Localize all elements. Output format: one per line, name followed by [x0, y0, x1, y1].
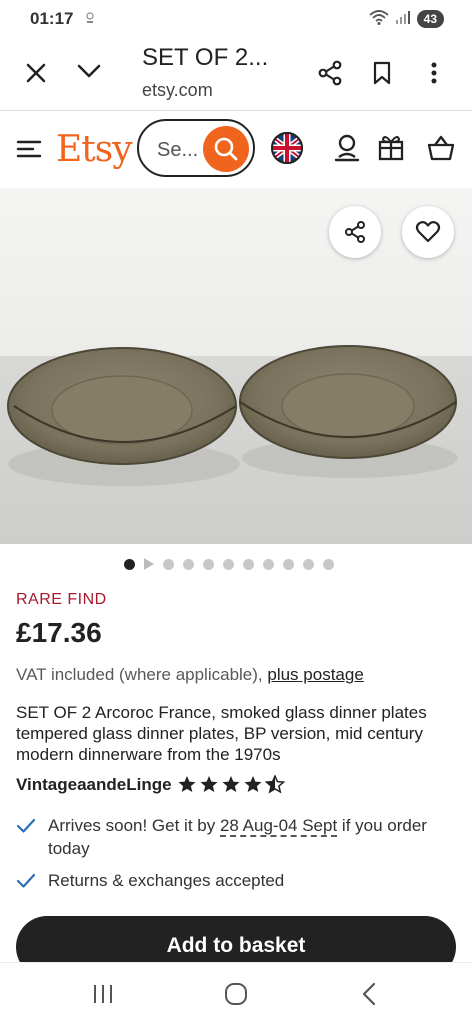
checkmark-icon — [16, 814, 38, 860]
page-title: SET OF 2... — [142, 44, 269, 71]
recent-apps-icon[interactable] — [88, 979, 118, 1009]
checkmark-icon — [16, 869, 38, 895]
search-icon — [214, 137, 238, 161]
back-icon[interactable] — [354, 979, 384, 1009]
product-image[interactable] — [0, 188, 472, 544]
share-icon[interactable] — [315, 58, 345, 88]
status-time: 01:17 — [30, 9, 74, 28]
share-image-button[interactable] — [329, 206, 381, 258]
pagination-dot[interactable] — [323, 558, 334, 570]
rare-find-badge: RARE FIND — [16, 591, 107, 608]
delivery-estimate: Arrives soon! Get it by 28 Aug-04 Sept i… — [16, 814, 456, 860]
product-title: SET OF 2 Arcoroc France, smoked glass di… — [16, 703, 427, 764]
notification-icon — [83, 11, 97, 27]
favorite-button[interactable] — [402, 206, 454, 258]
gift-icon[interactable] — [374, 130, 408, 164]
vat-text: VAT included (where applicable), — [16, 665, 263, 684]
returns-policy: Returns & exchanges accepted — [16, 869, 284, 895]
returns-text: Returns & exchanges accepted — [48, 871, 285, 890]
pagination-dot[interactable] — [203, 558, 214, 570]
chevron-down-icon[interactable] — [74, 56, 104, 86]
pagination-dot[interactable] — [124, 558, 135, 570]
uk-flag-icon[interactable] — [270, 131, 304, 165]
rating-stars — [178, 775, 288, 795]
system-nav-bar — [0, 962, 472, 1024]
share-icon — [345, 221, 365, 243]
pagination-dot[interactable] — [283, 558, 294, 570]
gallery-pagination[interactable] — [124, 558, 334, 570]
pagination-dot[interactable] — [223, 558, 234, 570]
signal-icon — [395, 10, 411, 29]
wifi-icon — [369, 9, 389, 30]
postage-link[interactable]: plus postage — [267, 665, 363, 684]
status-bar: 01:17 43 — [0, 0, 472, 38]
pagination-dot[interactable] — [263, 558, 274, 570]
shop-row[interactable]: VintageaandeLinge — [16, 775, 288, 795]
product-price: £17.36 — [16, 617, 102, 648]
site-header: Etsy Se... — [0, 111, 472, 187]
shop-name[interactable]: VintageaandeLinge — [16, 775, 172, 795]
delivery-prefix: Arrives soon! Get it by — [48, 816, 216, 835]
bookmark-icon[interactable] — [367, 58, 397, 88]
account-icon[interactable] — [330, 131, 364, 165]
etsy-logo[interactable]: Etsy — [56, 129, 133, 170]
delivery-text: Arrives soon! Get it by 28 Aug-04 Sept i… — [48, 814, 448, 860]
search-button[interactable] — [203, 126, 249, 172]
close-icon[interactable] — [21, 58, 51, 88]
delivery-dates[interactable]: 28 Aug-04 Sept — [219, 816, 338, 837]
search-field[interactable]: Se... — [137, 119, 255, 177]
home-icon[interactable] — [221, 979, 251, 1009]
plates-illustration — [7, 345, 458, 486]
search-placeholder: Se... — [157, 139, 199, 161]
browser-toolbar: SET OF 2... etsy.com — [0, 38, 472, 110]
video-play-icon[interactable] — [144, 558, 154, 570]
battery-level: 43 — [416, 10, 444, 28]
more-options-icon[interactable] — [419, 58, 449, 88]
basket-icon[interactable] — [424, 131, 458, 165]
pagination-dot[interactable] — [243, 558, 254, 570]
page-url[interactable]: etsy.com — [142, 80, 213, 101]
menu-icon[interactable] — [12, 132, 46, 166]
pagination-dot[interactable] — [183, 558, 194, 570]
pagination-dot[interactable] — [163, 558, 174, 570]
heart-icon — [415, 221, 441, 243]
vat-note: VAT included (where applicable), plus po… — [16, 665, 364, 685]
pagination-dot[interactable] — [303, 558, 314, 570]
